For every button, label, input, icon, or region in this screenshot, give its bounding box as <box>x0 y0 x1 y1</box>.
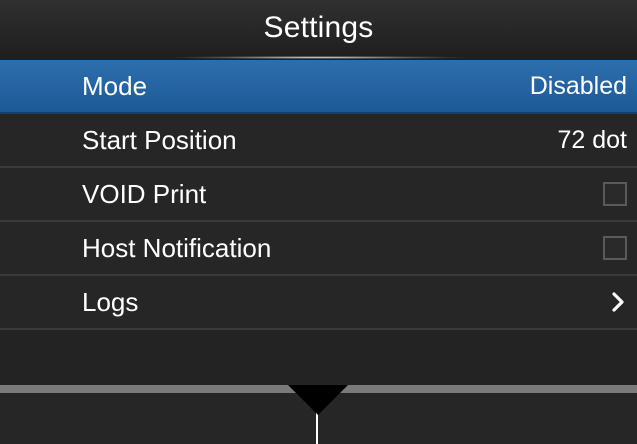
setting-row-void-print[interactable]: VOID Print <box>0 168 637 222</box>
header: Settings <box>0 0 637 60</box>
setting-row-mode[interactable]: Mode Disabled <box>0 60 637 114</box>
printer-screen: Settings Mode Disabled Start Position 72… <box>0 0 637 444</box>
setting-row-start-position[interactable]: Start Position 72 dot <box>0 114 637 168</box>
host-notification-checkbox[interactable] <box>603 236 627 260</box>
selection-pointer-icon <box>288 385 348 415</box>
setting-value: Disabled <box>529 72 627 100</box>
setting-row-host-notification[interactable]: Host Notification <box>0 222 637 276</box>
setting-value: 72 dot <box>557 126 627 154</box>
empty-list-row <box>0 330 637 385</box>
void-print-checkbox[interactable] <box>603 182 627 206</box>
setting-label: Logs <box>82 287 139 317</box>
setting-label: Start Position <box>82 125 237 155</box>
chevron-right-icon <box>612 292 624 312</box>
setting-row-logs[interactable]: Logs <box>0 276 637 330</box>
setting-label: Mode <box>82 71 148 101</box>
setting-label: VOID Print <box>82 179 207 209</box>
settings-list: Mode Disabled Start Position 72 dot VOID… <box>0 60 637 330</box>
page-title: Settings <box>263 11 374 44</box>
setting-label: Host Notification <box>82 233 272 263</box>
header-underline <box>170 56 467 59</box>
